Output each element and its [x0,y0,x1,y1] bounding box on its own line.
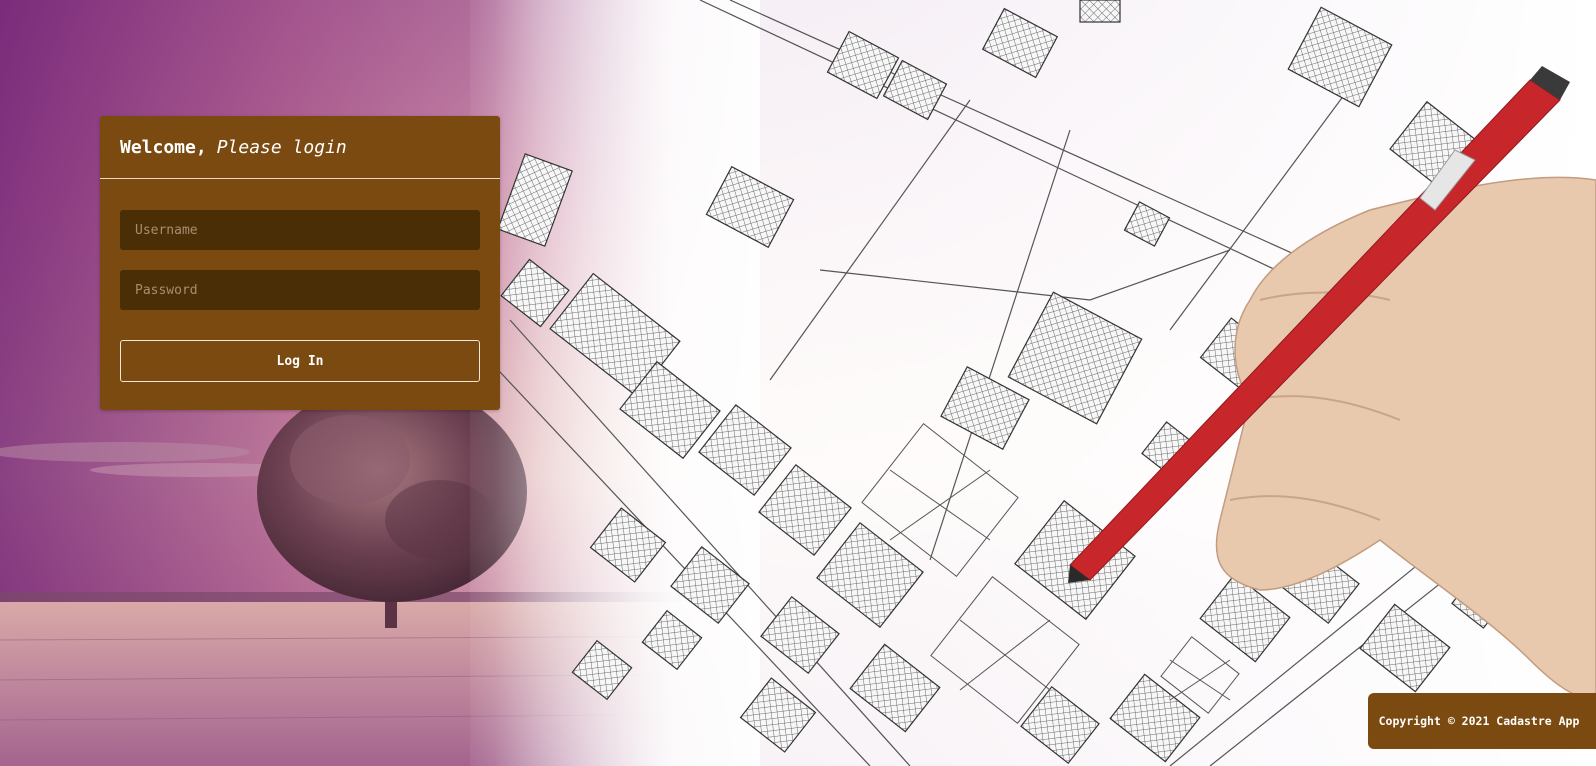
login-button[interactable]: Log In [120,340,480,382]
copyright-badge: Copyright © 2021 Cadastre App [1368,693,1596,749]
username-input[interactable] [120,210,480,250]
welcome-text: Welcome, [120,136,207,158]
please-login-text: Please login [216,136,347,158]
login-header: Welcome, Please login [100,116,500,179]
password-input[interactable] [120,270,480,310]
cadastral-map-sketch [470,0,1596,766]
login-page: Welcome, Please login Log In Copyright ©… [0,0,1596,766]
copyright-text: Copyright © 2021 Cadastre App [1378,714,1580,728]
login-panel: Welcome, Please login Log In [100,116,500,410]
